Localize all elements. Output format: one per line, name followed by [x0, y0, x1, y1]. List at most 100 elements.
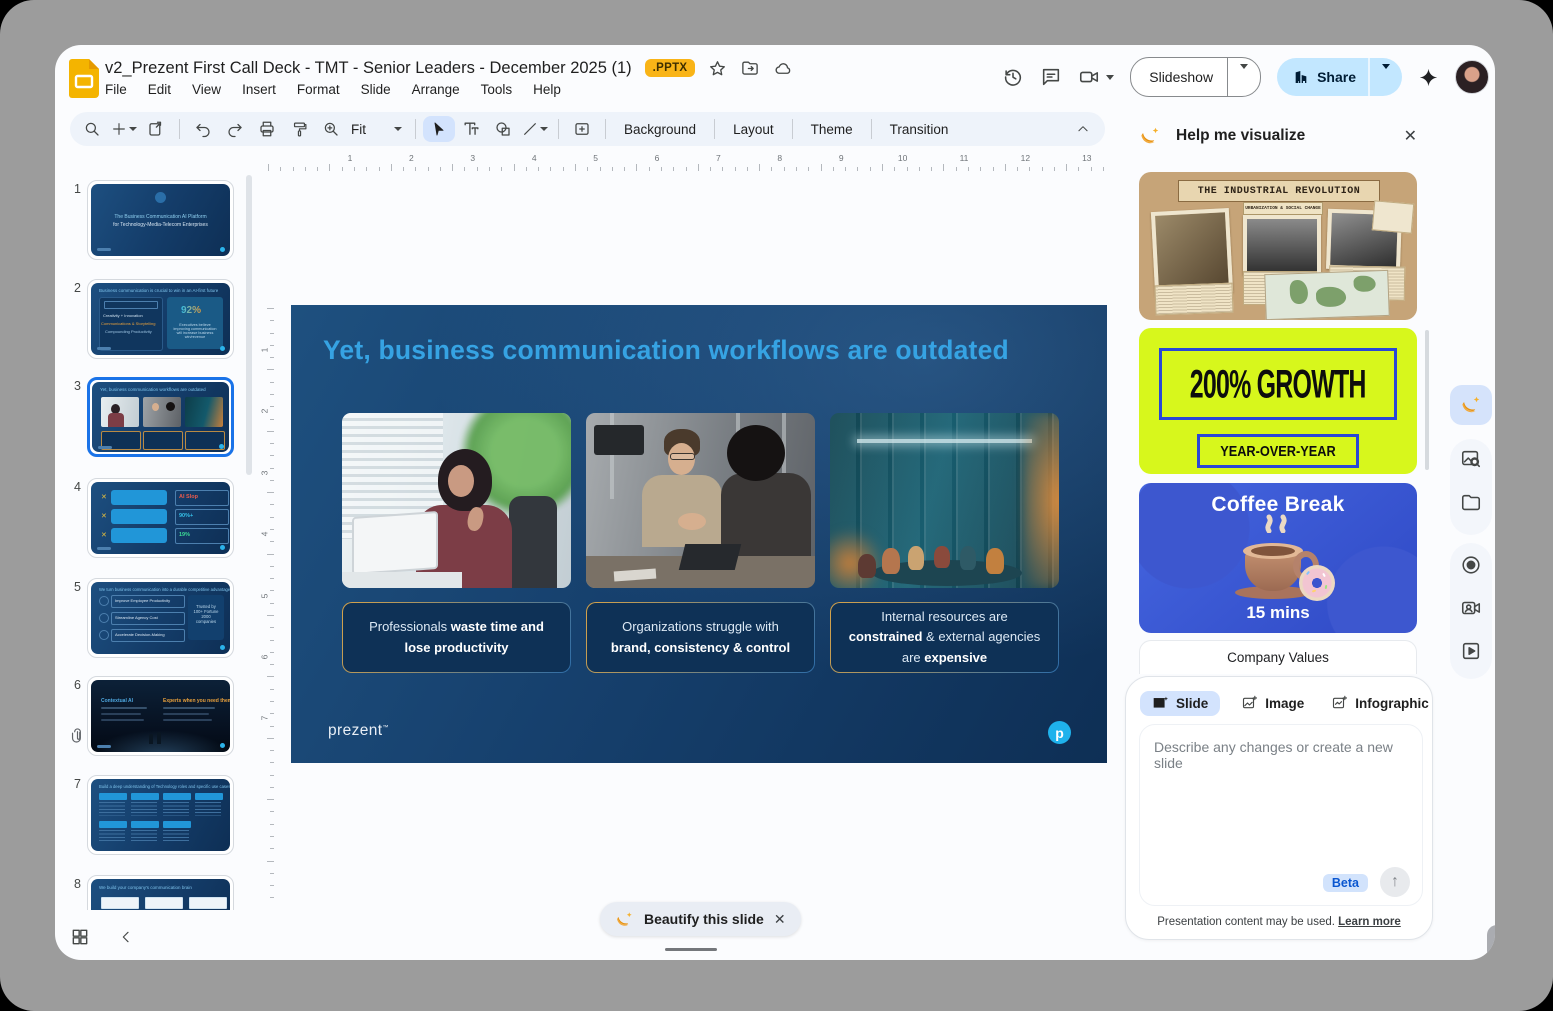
- tab-infographic[interactable]: Infographic: [1325, 690, 1435, 716]
- photo-colleagues-discussion[interactable]: [586, 413, 815, 588]
- menu-edit[interactable]: Edit: [148, 82, 171, 97]
- window-resize-grip[interactable]: [1487, 925, 1495, 960]
- slide-number: 7: [74, 777, 81, 791]
- tab-slide[interactable]: Slide: [1140, 690, 1221, 716]
- menu-tools[interactable]: Tools: [481, 82, 513, 97]
- panel-title: Help me visualize: [1176, 127, 1306, 144]
- slide-canvas[interactable]: Yet, business communication workflows ar…: [291, 305, 1107, 763]
- rail-help-me-visualize-button[interactable]: [1450, 385, 1492, 425]
- transition-button[interactable]: Transition: [879, 122, 960, 137]
- background-button[interactable]: Background: [613, 122, 707, 137]
- new-slide-caret-icon[interactable]: [129, 127, 137, 131]
- paint-format-icon[interactable]: [283, 116, 315, 142]
- text-box-tool[interactable]: [455, 116, 487, 142]
- search-menus-icon[interactable]: [76, 116, 108, 142]
- slide-thumbnail-2[interactable]: Business communication is crucial to win…: [87, 279, 234, 359]
- slide-thumbnail-7[interactable]: Build a deep understanding of Technology…: [87, 775, 234, 855]
- menu-file[interactable]: File: [105, 82, 127, 97]
- beta-badge: Beta: [1322, 874, 1368, 892]
- vertical-ruler: 1234567: [256, 173, 274, 899]
- slideshow-caret-icon[interactable]: [1240, 64, 1249, 85]
- filmstrip-scrollbar[interactable]: [246, 175, 252, 475]
- describe-changes-input[interactable]: [1140, 725, 1422, 817]
- result-industrial-revolution[interactable]: THE INDUSTRIAL REVOLUTION URBANIZATION &…: [1139, 172, 1417, 320]
- slide-thumbnail-5[interactable]: We turn business communication into a du…: [87, 578, 234, 658]
- learn-more-link[interactable]: Learn more: [1338, 916, 1401, 928]
- menu-view[interactable]: View: [192, 82, 221, 97]
- menu-insert[interactable]: Insert: [242, 82, 276, 97]
- redo-button[interactable]: [219, 116, 251, 142]
- slide-thumbnail-4[interactable]: ✕ ✕ ✕ AI Slop 90%+ 19%: [87, 478, 234, 558]
- fit-caret-icon: [394, 127, 402, 131]
- slide-thumbnail-1[interactable]: The Business Communication AI Platform f…: [87, 180, 234, 260]
- caption-resources-expensive[interactable]: Internal resources are constrained & ext…: [830, 602, 1059, 673]
- banana-spark-icon: [617, 911, 632, 926]
- panel-scrollbar[interactable]: [1425, 330, 1429, 470]
- cloud-status-icon[interactable]: [773, 59, 794, 78]
- export-icon[interactable]: [140, 116, 172, 142]
- tab-image[interactable]: Image: [1235, 690, 1310, 716]
- rail-image-search-button[interactable]: [1459, 447, 1483, 471]
- line-tool[interactable]: [519, 116, 551, 142]
- collapse-filmstrip-icon[interactable]: [118, 929, 134, 945]
- move-to-folder-icon[interactable]: [740, 59, 760, 78]
- zoom-fit-select[interactable]: Fit: [347, 122, 408, 137]
- organization-icon: [1295, 71, 1307, 83]
- slide-thumbnail-8[interactable]: We build your company's communication br…: [87, 875, 234, 910]
- slide-thumbnail-6[interactable]: Contextual AI Experts when you need them: [87, 676, 234, 756]
- theme-button[interactable]: Theme: [800, 122, 864, 137]
- line-caret-icon[interactable]: [540, 127, 548, 131]
- document-title[interactable]: v2_Prezent First Call Deck - TMT - Senio…: [105, 59, 632, 78]
- close-panel-icon[interactable]: ✕: [1404, 126, 1417, 146]
- share-button[interactable]: Share: [1277, 58, 1402, 96]
- slide-number: 2: [74, 281, 81, 295]
- share-caret-icon[interactable]: [1382, 64, 1390, 85]
- video-camera-icon: [1080, 71, 1099, 83]
- print-button[interactable]: [251, 116, 283, 142]
- gemini-spark-icon[interactable]: [1418, 67, 1439, 88]
- slides-app-icon[interactable]: [69, 59, 99, 98]
- select-tool[interactable]: [423, 116, 455, 142]
- result-200-growth[interactable]: 200% GROWTH YEAR-OVER-YEAR: [1139, 328, 1417, 474]
- rail-camera-recording-button[interactable]: [1459, 596, 1483, 620]
- desktop-background: v2_Prezent First Call Deck - TMT - Senio…: [0, 0, 1553, 1011]
- rail-record-button[interactable]: [1459, 553, 1483, 577]
- rail-folder-button[interactable]: [1459, 491, 1483, 515]
- star-icon[interactable]: [708, 59, 727, 78]
- growth-headline: 200% GROWTH: [1190, 360, 1367, 406]
- comments-icon[interactable]: [1040, 66, 1062, 88]
- beautify-this-slide-button[interactable]: Beautify this slide ✕: [600, 902, 801, 936]
- grid-view-icon[interactable]: [70, 927, 90, 947]
- menu-format[interactable]: Format: [297, 82, 340, 97]
- shape-tool[interactable]: [487, 116, 519, 142]
- slide-number: 3: [74, 379, 81, 393]
- bottom-drag-handle[interactable]: [665, 948, 717, 951]
- submit-prompt-button[interactable]: ↑: [1380, 867, 1410, 897]
- version-history-icon[interactable]: [1002, 66, 1024, 88]
- result-coffee-break[interactable]: Coffee Break 15 mins: [1139, 483, 1417, 633]
- photo-professional-laptop[interactable]: [342, 413, 571, 588]
- caption-brand-consistency[interactable]: Organizations struggle with brand, consi…: [586, 602, 815, 673]
- meet-join-button[interactable]: [1078, 66, 1115, 88]
- menu-arrange[interactable]: Arrange: [412, 82, 460, 97]
- rail-play-button[interactable]: [1459, 639, 1483, 663]
- menu-help[interactable]: Help: [533, 82, 561, 97]
- paperclip-icon: [71, 728, 81, 743]
- slide-thumbnail-3-selected[interactable]: Yet, business communication workflows ar…: [87, 377, 234, 457]
- slide-title[interactable]: Yet, business communication workflows ar…: [323, 335, 1009, 366]
- photo-conference-meeting[interactable]: [830, 413, 1059, 588]
- dismiss-beautify-icon[interactable]: ✕: [774, 911, 786, 928]
- banana-spark-icon: [1462, 396, 1480, 413]
- zoom-icon[interactable]: [315, 116, 347, 142]
- account-avatar[interactable]: [1455, 60, 1489, 94]
- menu-slide[interactable]: Slide: [361, 82, 391, 97]
- layout-button[interactable]: Layout: [722, 122, 785, 137]
- collapse-toolbar-icon[interactable]: [1067, 116, 1099, 142]
- new-slide-button[interactable]: [108, 116, 140, 142]
- menu-bar: File Edit View Insert Format Slide Arran…: [105, 82, 561, 97]
- undo-button[interactable]: [187, 116, 219, 142]
- slideshow-button[interactable]: Slideshow: [1130, 57, 1262, 97]
- caption-waste-time[interactable]: Professionals waste time and lose produc…: [342, 602, 571, 673]
- result-company-values[interactable]: Company Values: [1139, 640, 1417, 674]
- insert-placeholder-icon[interactable]: [566, 116, 598, 142]
